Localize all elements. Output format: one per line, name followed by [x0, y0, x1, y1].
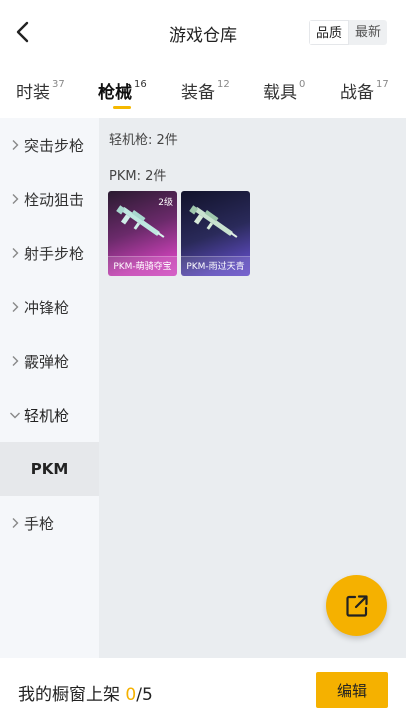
tab-count: 0: [299, 79, 306, 90]
active-tab-indicator: [113, 106, 131, 109]
chevron-right-icon: [8, 247, 22, 259]
chevron-right-icon: [8, 193, 22, 205]
share-external-icon: [345, 594, 368, 617]
tab-label: 战备: [340, 83, 374, 103]
tab-vehicles[interactable]: 载具 0: [263, 78, 305, 103]
tab-count: 16: [134, 79, 147, 90]
sidebar-item-smg[interactable]: 冲锋枪: [0, 280, 99, 334]
share-button[interactable]: [326, 575, 387, 636]
tab-count: 17: [376, 79, 389, 90]
chevron-right-icon: [8, 355, 22, 367]
sidebar-item-label: 手枪: [24, 514, 55, 533]
tab-supplies[interactable]: 战备 17: [340, 78, 389, 103]
showcase-bar: 我的橱窗上架 0/5 编辑: [0, 658, 406, 722]
item-card[interactable]: PKM-雨过天青: [181, 191, 250, 276]
item-grid: 2级 PKM-萌骑夺宝 PKM-雨过天青: [108, 191, 250, 276]
showcase-current-count: 0: [125, 685, 137, 705]
showcase-status: 我的橱窗上架 0/5: [18, 680, 153, 705]
weapon-category-sidebar: 突击步枪 栓动狙击 射手步枪 冲锋枪 霰弹枪 轻机枪 PKM 手枪: [0, 118, 99, 658]
group-count-label: PKM: 2件: [109, 169, 167, 184]
sidebar-item-label: 射手步枪: [24, 244, 85, 263]
chevron-right-icon: [8, 139, 22, 151]
chevron-right-icon: [8, 301, 22, 313]
chevron-right-icon: [8, 517, 22, 529]
sort-option-quality[interactable]: 品质: [309, 20, 350, 45]
item-name: PKM-雨过天青: [181, 256, 250, 276]
sidebar-item-assault-rifle[interactable]: 突击步枪: [0, 118, 99, 172]
machine-gun-icon: [116, 205, 165, 238]
sidebar-item-lmg[interactable]: 轻机枪: [0, 388, 99, 442]
tab-firearms[interactable]: 枪械 16: [98, 78, 147, 103]
showcase-prefix: 我的橱窗上架: [18, 685, 126, 705]
sidebar-item-label: 冲锋枪: [24, 298, 70, 317]
tab-count: 37: [52, 79, 65, 90]
sidebar-item-label: 栓动狙击: [24, 190, 85, 209]
sort-option-latest[interactable]: 最新: [349, 20, 387, 45]
sidebar-item-marksman-rifle[interactable]: 射手步枪: [0, 226, 99, 280]
header: 游戏仓库 品质 最新: [0, 0, 406, 64]
tab-label: 枪械: [98, 83, 132, 103]
sidebar-subitem-pkm[interactable]: PKM: [0, 442, 99, 496]
showcase-total: /5: [136, 685, 153, 705]
category-tabs: 时装 37 枪械 16 装备 12 载具 0 战备 17: [0, 64, 406, 118]
tab-label: 装备: [181, 83, 215, 103]
tab-equipment[interactable]: 装备 12: [181, 78, 230, 103]
sidebar-item-bolt-sniper[interactable]: 栓动狙击: [0, 172, 99, 226]
sidebar-item-label: 突击步枪: [24, 136, 85, 155]
section-count-label: 轻机枪: 2件: [109, 133, 178, 148]
item-name: PKM-萌骑夺宝: [108, 256, 177, 276]
sort-toggle: 品质 最新: [309, 20, 388, 45]
sidebar-item-shotgun[interactable]: 霰弹枪: [0, 334, 99, 388]
machine-gun-icon: [189, 205, 238, 238]
edit-button[interactable]: 编辑: [316, 672, 388, 708]
item-card[interactable]: 2级 PKM-萌骑夺宝: [108, 191, 177, 276]
sidebar-item-label: 霰弹枪: [24, 352, 70, 371]
sidebar-item-label: 轻机枪: [24, 406, 70, 425]
tab-label: 载具: [263, 83, 297, 103]
sidebar-item-pistol[interactable]: 手枪: [0, 496, 99, 550]
chevron-down-icon: [8, 411, 22, 419]
tab-label: 时装: [16, 83, 50, 103]
tab-count: 12: [217, 79, 230, 90]
tab-fashion[interactable]: 时装 37: [16, 78, 65, 103]
